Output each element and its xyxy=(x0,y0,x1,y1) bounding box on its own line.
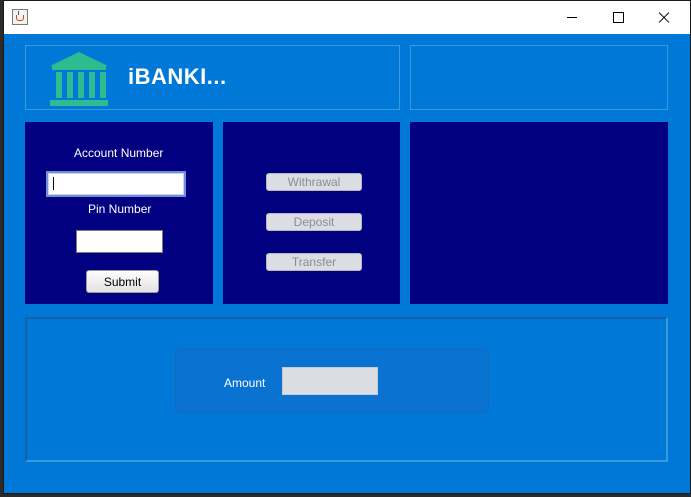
brand-title: iBANKI... xyxy=(128,64,227,89)
actions-panel: Withrawal Deposit Transfer xyxy=(223,122,400,304)
close-button[interactable] xyxy=(641,1,687,34)
java-cup-mark xyxy=(16,15,24,21)
submit-button[interactable]: Submit xyxy=(86,270,159,293)
close-icon xyxy=(658,12,670,24)
account-number-field[interactable] xyxy=(46,171,186,197)
withdrawal-button[interactable]: Withrawal xyxy=(266,173,362,191)
maximize-icon xyxy=(612,12,624,23)
amount-group: Amount xyxy=(175,349,489,413)
pin-number-field[interactable] xyxy=(76,230,163,253)
amount-field[interactable] xyxy=(282,367,378,395)
app-window: iBANKI... Account Number Pin Number Subm… xyxy=(3,0,691,494)
pin-number-label: Pin Number xyxy=(88,202,152,216)
bank-building-icon xyxy=(50,52,108,106)
deposit-button[interactable]: Deposit xyxy=(266,213,362,231)
text-caret xyxy=(53,177,54,190)
amount-panel: Amount xyxy=(25,317,668,462)
minimize-icon xyxy=(567,17,577,18)
login-panel: Account Number Pin Number Submit xyxy=(25,122,213,304)
title-bar[interactable] xyxy=(4,1,690,34)
display-panel xyxy=(410,122,668,304)
java-cup-icon[interactable] xyxy=(12,9,28,25)
header-logo-panel: iBANKI... xyxy=(25,45,400,110)
minimize-button[interactable] xyxy=(549,1,595,34)
maximize-button[interactable] xyxy=(595,1,641,34)
account-number-label: Account Number xyxy=(74,146,164,160)
transfer-button[interactable]: Transfer xyxy=(266,253,362,271)
amount-label: Amount xyxy=(224,376,266,390)
header-right-panel xyxy=(410,45,668,110)
